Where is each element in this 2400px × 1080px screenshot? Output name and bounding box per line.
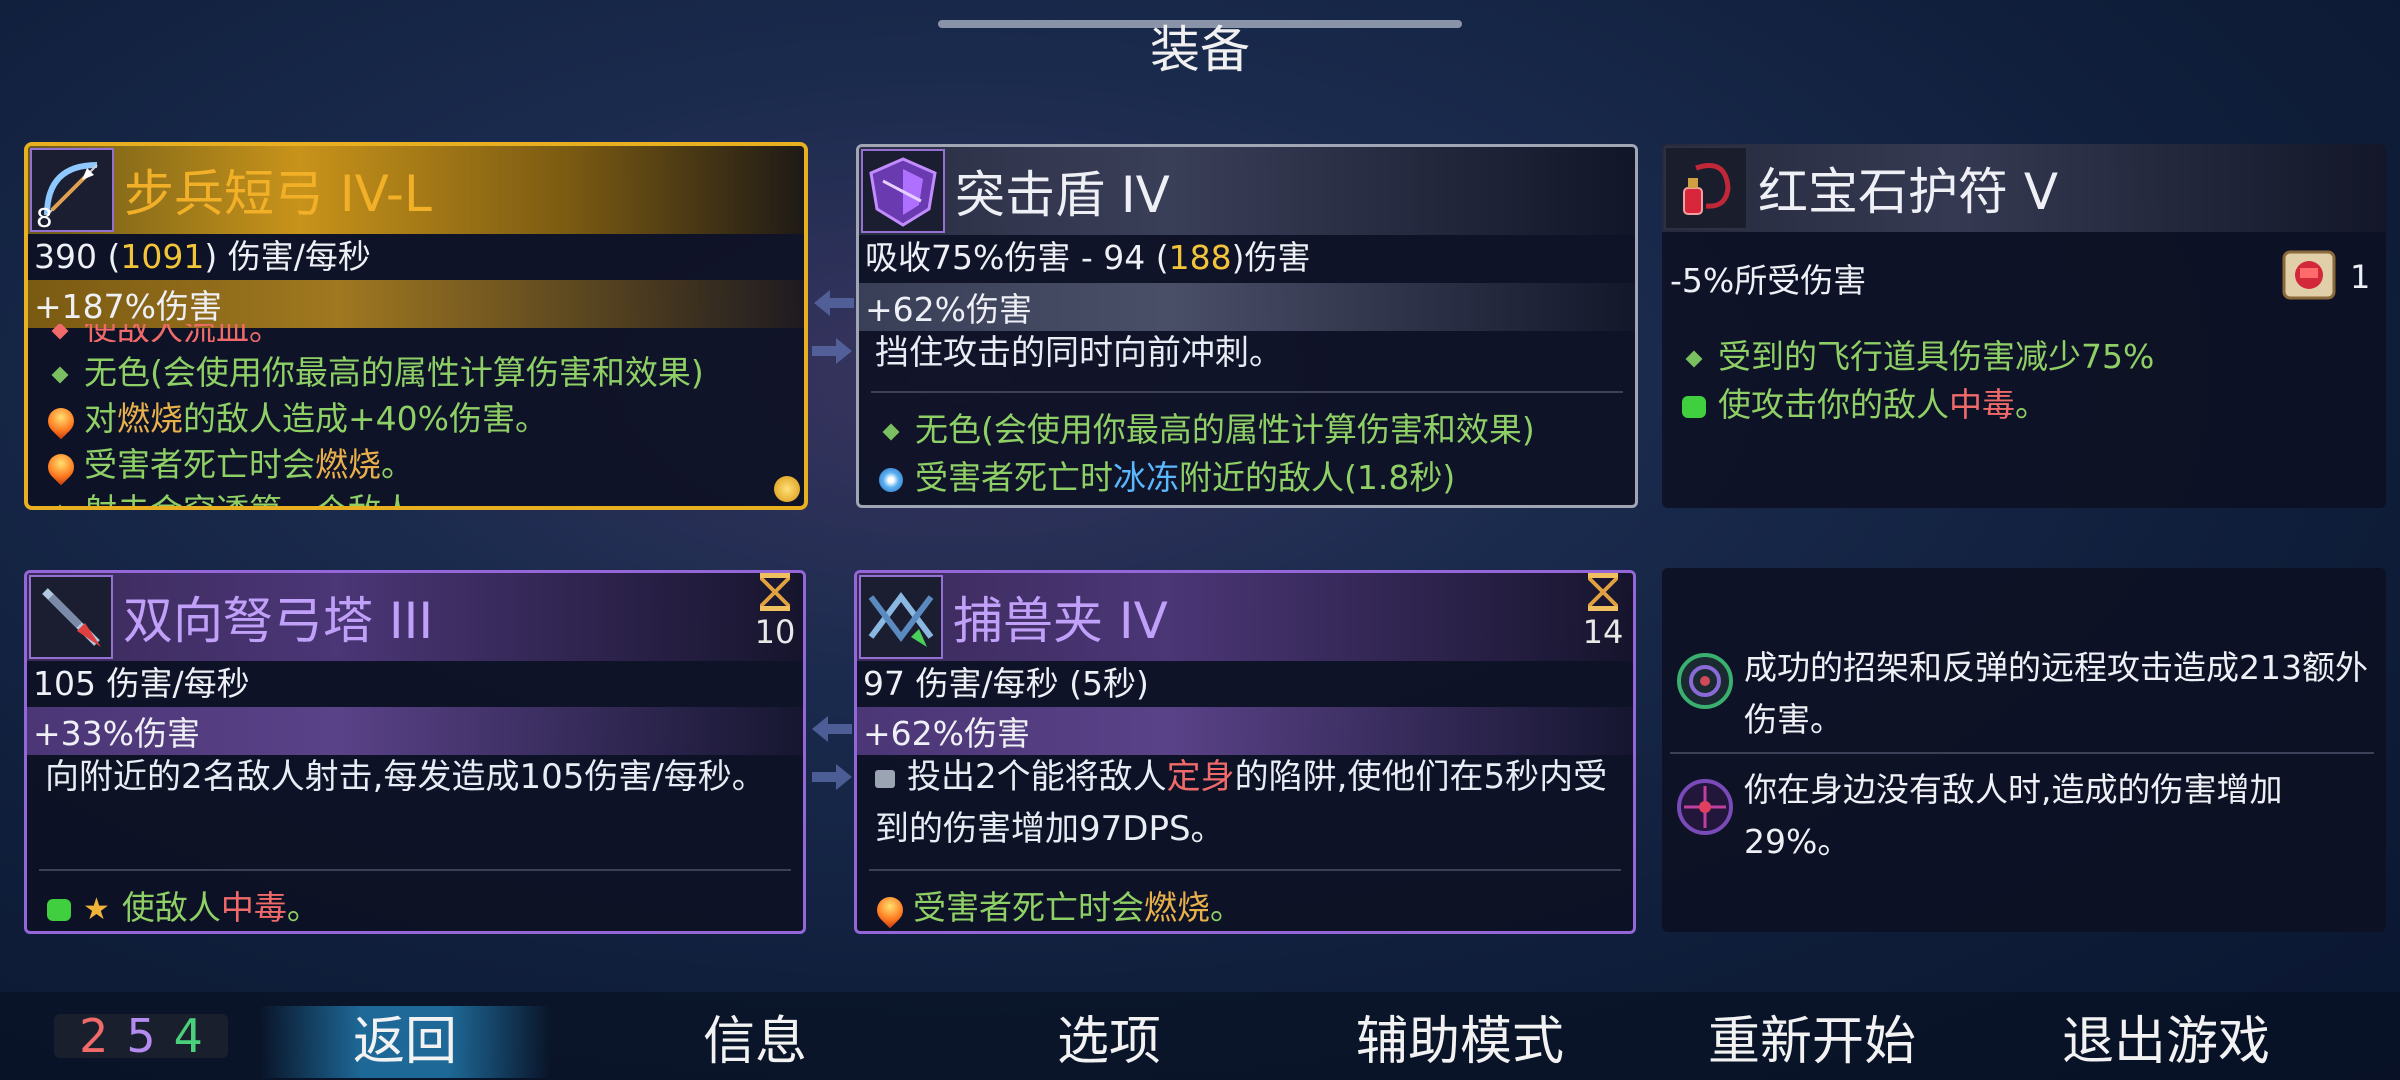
divider <box>39 869 791 871</box>
item-effect: 受到的飞行道具伤害减少75% <box>1682 330 2154 378</box>
item-effect: 对燃烧的敌人造成+40%伤害。 <box>42 392 548 440</box>
item-card-amulet[interactable]: 红宝石护符 V -5%所受伤害 1 受到的飞行道具伤害减少75% 使攻击你的敌人… <box>1662 144 2386 508</box>
green-scroll-count: 4 <box>173 1009 203 1063</box>
fire-icon <box>871 891 909 928</box>
item-stat-dps: 390 (1091) 伤害/每秒 <box>34 237 371 276</box>
item-stat-bonus: +62%伤害 <box>857 707 1633 755</box>
item-stat-bonus: +187%伤害 <box>28 280 804 328</box>
item-name: 红宝石护符 V <box>1758 163 2059 221</box>
item-effect-cut-bottom: 射击会穿透第一个敌人。 <box>48 484 447 506</box>
parry-ring-icon <box>1672 648 1738 714</box>
scroll-counters: 254 <box>54 1013 228 1059</box>
diamond-bullet-icon <box>51 366 69 383</box>
divider <box>869 869 1621 871</box>
item-effect: ★ 使敌人中毒。 <box>47 881 320 929</box>
divider <box>1670 752 2374 754</box>
restart-button[interactable]: 重新开始 <box>1672 1006 1952 1078</box>
mutation-text: 你在身边没有敌人时,造成的伤害增加29%。 <box>1744 770 2283 861</box>
link-arrow-icon <box>812 764 852 790</box>
item-card-trap[interactable]: 捕兽夹 IV 14 97 伤害/每秒 (5秒) +62%伤害 投出2个能将敌人定… <box>854 570 1636 934</box>
crossbow-turret-icon <box>29 575 113 659</box>
scroll-fist-icon <box>2278 244 2340 306</box>
item-name: 双向弩弓塔 III <box>123 592 434 650</box>
scroll-count: 1 <box>2350 258 2371 296</box>
hourglass-icon <box>760 573 790 611</box>
item-stat-dps: 105 伤害/每秒 <box>33 664 250 703</box>
star-icon: ★ <box>83 892 110 927</box>
info-button[interactable]: 信息 <box>640 1006 870 1078</box>
item-name: 突击盾 IV <box>955 166 1170 224</box>
item-stat-dps: 97 伤害/每秒 (5秒) <box>863 664 1149 703</box>
purple-scroll-count: 5 <box>126 1009 156 1063</box>
item-card-turret[interactable]: 双向弩弓塔 III 10 105 伤害/每秒 +33%伤害 向附近的2名敌人射击… <box>24 570 806 934</box>
divider <box>871 391 1623 393</box>
lock-icon <box>875 769 895 788</box>
quit-game-button[interactable]: 退出游戏 <box>2026 1006 2306 1078</box>
ice-icon <box>879 467 903 492</box>
item-description: 向附近的2名敌人射击,每发造成105伤害/每秒。 <box>45 757 766 797</box>
item-card-shield[interactable]: 突击盾 IV 吸收75%伤害 - 94 (188)伤害 +62%伤害 挡住攻击的… <box>856 144 1638 508</box>
fire-icon <box>42 448 80 485</box>
gold-orb-icon <box>774 476 800 502</box>
diamond-bullet-icon <box>1685 350 1703 367</box>
item-effect: 受害者死亡时会燃烧。 <box>871 881 1243 929</box>
item-stat-bonus: +33%伤害 <box>27 707 803 755</box>
item-description: 投出2个能将敌人定身的陷阱,使他们在5秒内受到的伤害增加97DPS。 <box>875 757 1608 849</box>
crosshair-icon <box>1672 774 1738 840</box>
item-effect: 受害者死亡时会燃烧。 <box>42 438 414 486</box>
red-scroll-count: 2 <box>79 1009 109 1063</box>
options-button[interactable]: 选项 <box>994 1006 1224 1078</box>
back-button[interactable]: 返回 <box>260 1006 550 1078</box>
mutations-panel: 成功的招架和反弹的远程攻击造成213额外伤害。 你在身边没有敌人时,造成的伤害增… <box>1662 568 2386 932</box>
link-arrow-icon <box>812 338 852 364</box>
poison-icon <box>47 898 71 921</box>
page-title: 装备 <box>1150 21 1250 79</box>
fire-icon <box>42 402 80 439</box>
item-effect: 受害者死亡时冰冻附近的敌人(1.8秒) <box>879 451 1455 499</box>
link-arrow-icon <box>814 290 854 316</box>
item-name: 捕兽夹 IV <box>953 592 1168 650</box>
diamond-bullet-icon <box>882 423 900 440</box>
assist-mode-button[interactable]: 辅助模式 <box>1320 1006 1600 1078</box>
poison-icon <box>1682 395 1706 418</box>
amulet-icon <box>1664 146 1748 230</box>
item-name: 步兵短弓 IV-L <box>124 165 432 223</box>
shield-icon <box>861 149 945 233</box>
diamond-bullet-icon <box>51 504 69 506</box>
item-stat-reduction: -5%所受伤害 <box>1670 261 1867 300</box>
item-card-bow[interactable]: 8 步兵短弓 IV-L 390 (1091) 伤害/每秒 +187%伤害 使敌人… <box>24 142 808 510</box>
cooldown-timer: 10 <box>753 573 797 651</box>
hourglass-icon <box>1588 573 1618 611</box>
item-effect: 使攻击你的敌人中毒。 <box>1682 378 2048 426</box>
cooldown-timer: 14 <box>1581 573 1625 651</box>
link-arrow-icon <box>812 716 852 742</box>
item-effect: 无色(会使用你最高的属性计算伤害和效果) <box>879 403 1535 451</box>
item-stat-bonus: +62%伤害 <box>859 283 1635 331</box>
item-effect: 无色(会使用你最高的属性计算伤害和效果) <box>48 346 704 394</box>
bow-icon: 8 <box>30 148 114 234</box>
trap-icon <box>859 575 943 659</box>
item-effect-cut-top: 使敌人流血。 <box>48 324 282 342</box>
item-stat-absorb: 吸收75%伤害 - 94 (188)伤害 <box>865 238 1311 277</box>
mutation-text: 成功的招架和反弹的远程攻击造成213额外伤害。 <box>1744 648 2368 739</box>
item-description: 挡住攻击的同时向前冲刺。 <box>875 333 1283 373</box>
